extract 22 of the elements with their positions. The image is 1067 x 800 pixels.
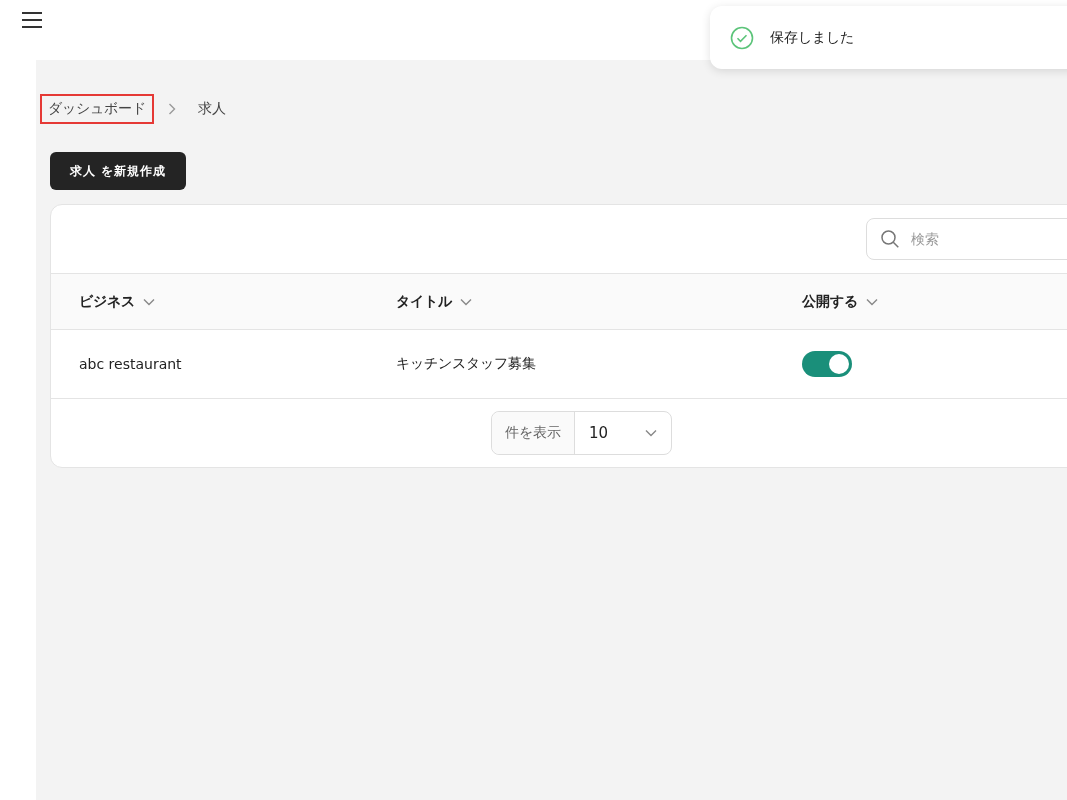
chevron-down-icon (866, 297, 878, 306)
page-size-value: 10 (589, 424, 609, 442)
check-circle-icon (730, 25, 754, 50)
column-header[interactable]: 公開する (802, 292, 1067, 311)
breadcrumb-link[interactable]: ダッシュボード (40, 94, 154, 124)
search-field[interactable]: 検索 (866, 218, 1067, 260)
chevron-down-icon (645, 429, 657, 437)
chevron-down-icon (460, 297, 472, 306)
page-size-select[interactable]: 件を表示 10 (491, 411, 672, 455)
column-header[interactable]: タイトル (396, 292, 802, 311)
toast-message: 保存しました (770, 28, 854, 47)
search-icon (880, 229, 900, 249)
title-cell-text: キッチンスタッフ募集 (396, 355, 537, 373)
toggle-switch[interactable] (802, 351, 852, 377)
business-cell-text: abc restaurant (79, 356, 183, 372)
chevron-down-icon (143, 297, 155, 306)
column-header[interactable]: ビジネス (79, 292, 396, 311)
page-size-label: 件を表示 (492, 412, 575, 454)
create-button[interactable]: 求人 を新規作成 (50, 152, 187, 190)
menu-icon[interactable] (22, 12, 42, 28)
chevron-right-icon (168, 103, 176, 115)
breadcrumb-link[interactable]: 求人 (190, 94, 234, 124)
